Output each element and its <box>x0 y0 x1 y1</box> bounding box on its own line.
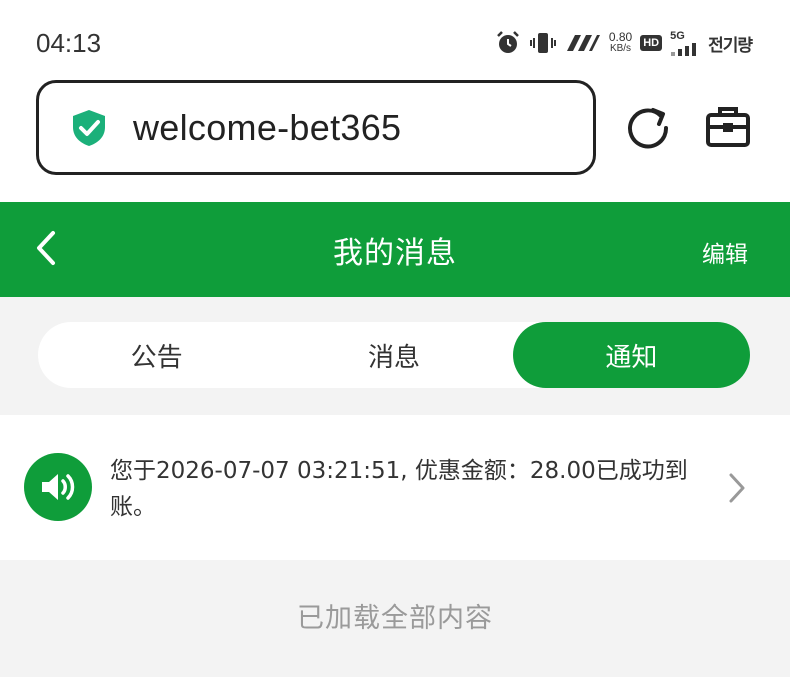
shield-check-icon <box>69 108 109 148</box>
status-time: 04:13 <box>36 28 102 58</box>
battery-label: 전기량 <box>708 35 753 56</box>
alarm-icon <box>495 30 521 56</box>
speed-value: 0.80 <box>608 30 633 44</box>
list-item[interactable]: 您于2026-07-07 03:21:51, 优惠金额：28.00已成功到账。 <box>0 415 790 560</box>
page-title: 我的消息 <box>333 236 457 271</box>
chevron-right-icon <box>722 470 752 506</box>
reload-button[interactable] <box>624 105 672 153</box>
url-text: welcome-bet365 <box>133 106 402 148</box>
network-label: 5G <box>670 29 685 42</box>
browser-bar: welcome-bet365 <box>0 80 790 202</box>
status-bar: 04:13 0.80 KB/s HD 5G 전기량 <box>0 0 790 80</box>
tab-announcement[interactable]: 公告 <box>38 322 275 388</box>
address-bar[interactable]: welcome-bet365 <box>36 80 596 175</box>
status-icons: 0.80 KB/s HD 5G 전기량 <box>495 26 753 60</box>
hd-badge: HD <box>640 35 663 51</box>
all-loaded-text: 已加载全部内容 <box>297 603 493 634</box>
reload-icon <box>625 104 671 154</box>
tab-notifications[interactable]: 通知 <box>512 322 750 388</box>
speaker-icon <box>24 453 92 521</box>
signal-strength-icon <box>565 33 601 53</box>
tabs-area: 公告 消息 通知 <box>0 297 790 415</box>
notice-text: 您于2026-07-07 03:21:51, 优惠金额：28.00已成功到账。 <box>110 458 688 520</box>
toolbox-button[interactable] <box>703 105 753 153</box>
cell-signal-icon: 5G <box>670 29 700 56</box>
network-speed: 0.80 KB/s <box>609 31 632 55</box>
segmented-tabs: 公告 消息 通知 <box>38 322 750 388</box>
edit-button[interactable]: 编辑 <box>702 235 748 269</box>
load-status: 已加载全部内容 <box>0 560 790 677</box>
speed-unit: KB/s <box>609 43 632 54</box>
toolbox-icon <box>705 105 751 153</box>
page-header: 我的消息 编辑 <box>0 202 790 297</box>
tab-messages[interactable]: 消息 <box>275 322 512 388</box>
vibrate-icon <box>529 30 557 56</box>
